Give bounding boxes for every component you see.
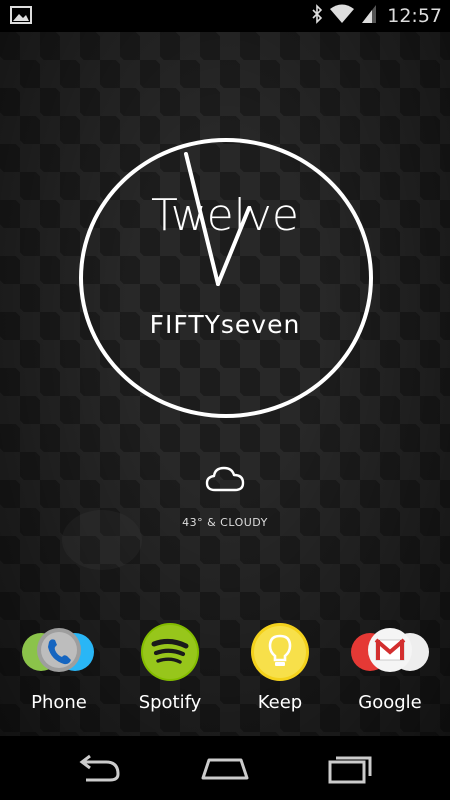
google-folder-icon <box>351 622 429 682</box>
home-icon[interactable] <box>195 750 255 786</box>
dock-item-phone[interactable]: Phone <box>4 622 114 713</box>
dock-label-google: Google <box>358 692 422 713</box>
recents-icon[interactable] <box>320 750 380 786</box>
bluetooth-icon <box>311 4 323 28</box>
dock-label-keep: Keep <box>257 692 303 713</box>
weather-text: 43° & CLOUDY <box>182 516 268 529</box>
signal-icon <box>361 4 377 28</box>
minute-word: FIFTYseven <box>149 310 301 339</box>
hour-word: Twelve <box>151 190 299 241</box>
back-icon[interactable] <box>70 750 130 786</box>
navigation-bar <box>0 736 450 800</box>
dock-item-google[interactable]: Google <box>335 622 445 713</box>
status-bar[interactable]: 12:57 <box>0 0 450 32</box>
keep-icon <box>250 622 310 682</box>
app-dock: Phone Spotify Keep Google <box>0 622 450 732</box>
wifi-icon <box>329 4 355 28</box>
weather-widget[interactable]: 43° & CLOUDY <box>0 464 450 529</box>
home-screen: 12:57 Twelve FIFTYseven 43° & CLOUDY Pho… <box>0 0 450 800</box>
dock-item-keep[interactable]: Keep <box>225 622 335 713</box>
clock-hands <box>184 152 251 286</box>
clock-widget[interactable]: Twelve FIFTYseven <box>79 138 373 418</box>
cloud-icon <box>205 466 245 498</box>
status-clock: 12:57 <box>387 5 442 27</box>
dock-label-phone: Phone <box>31 692 87 713</box>
image-notification-icon <box>10 5 32 29</box>
dock-item-spotify[interactable]: Spotify <box>115 622 225 713</box>
dock-label-spotify: Spotify <box>138 692 202 713</box>
phone-icon <box>22 622 94 682</box>
spotify-icon <box>140 622 200 682</box>
